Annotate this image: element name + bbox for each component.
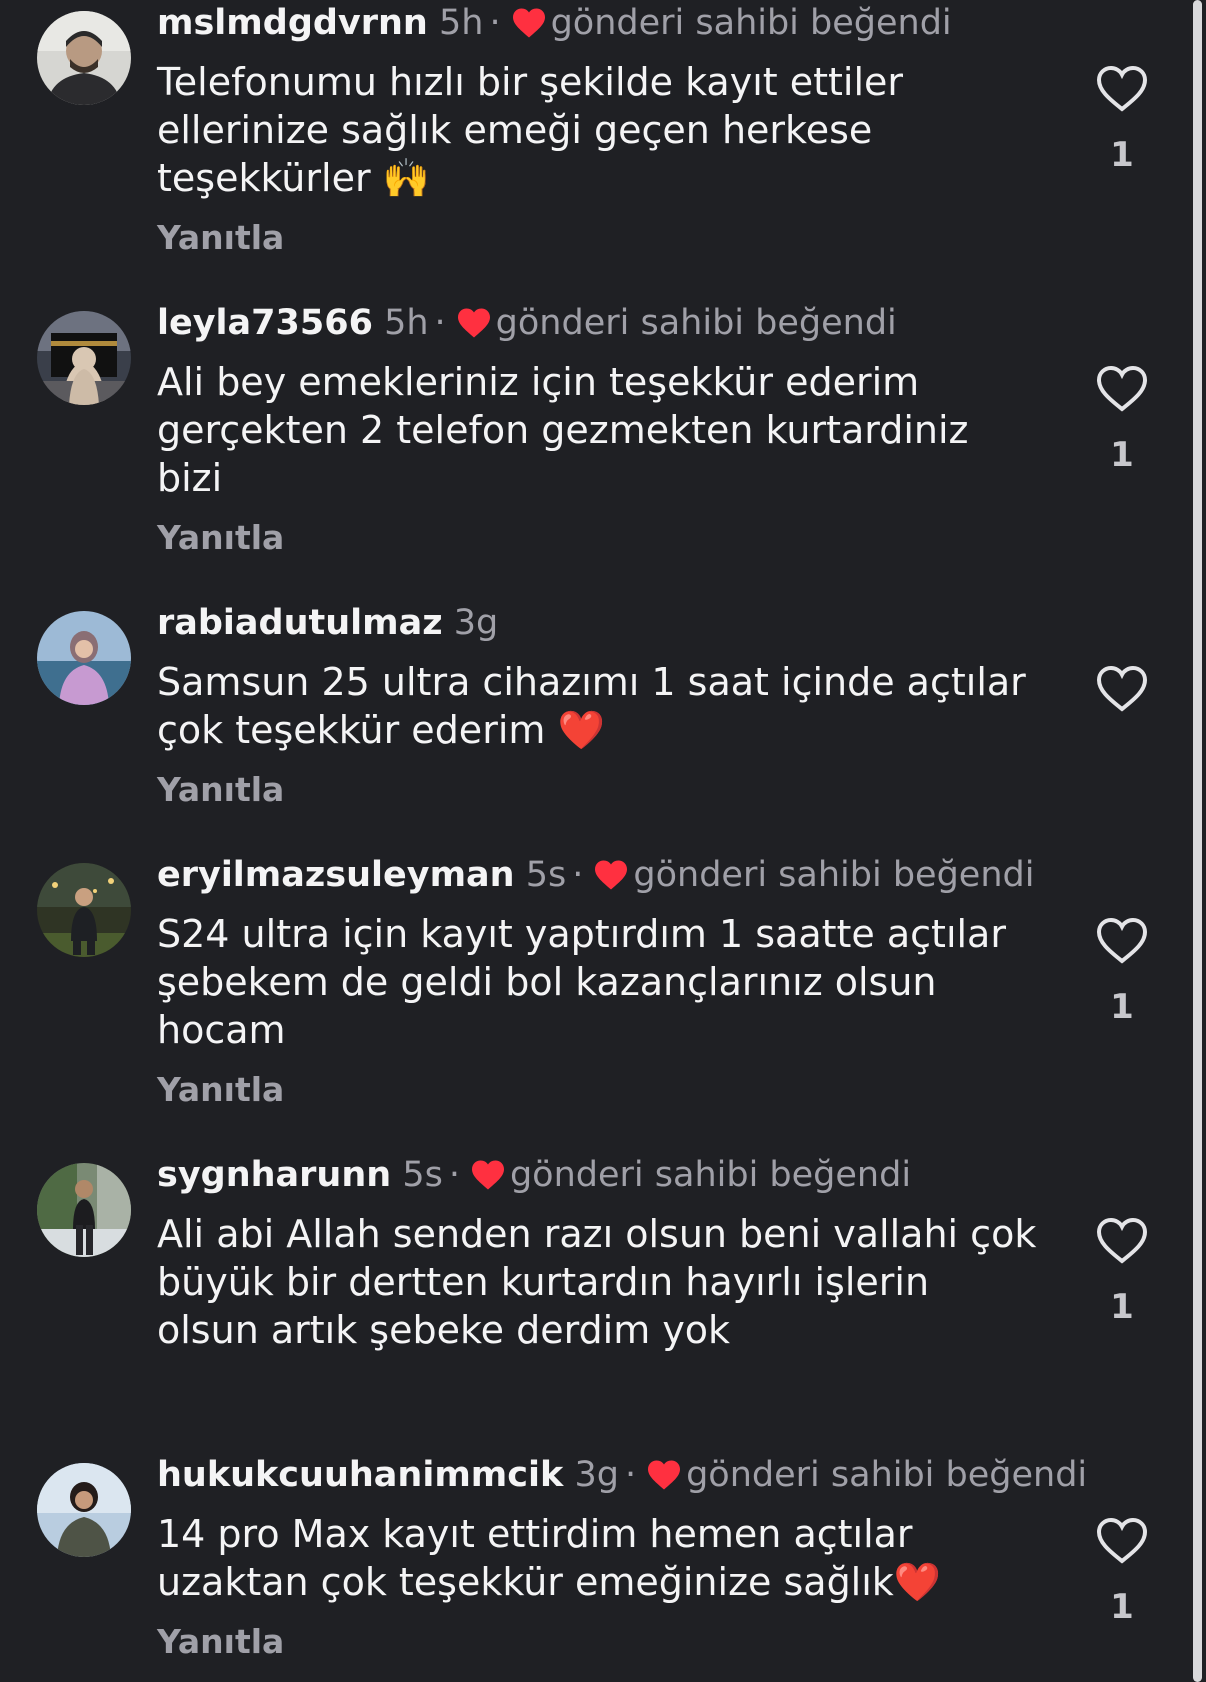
comment-body: rabiadutulmaz 3g Samsun 25 ultra cihazım… — [157, 600, 1037, 812]
comment-meta: eryilmazsuleyman 5s · gönderi sahibi beğen… — [157, 852, 1037, 898]
separator-dot: · — [434, 303, 446, 343]
comment-time: 5h — [438, 3, 484, 43]
comment-text: Ali bey emekleriniz için teşekkür ederim… — [157, 360, 969, 500]
comment-text: Ali abi Allah senden razı olsun beni val… — [157, 1212, 1037, 1352]
like-count: 1 — [1110, 1287, 1134, 1327]
separator-dot: · — [489, 3, 501, 43]
liked-by-author-label: gönderi sahibi beğendi — [633, 855, 1035, 895]
heart-filled-icon — [457, 308, 490, 338]
comment-body: eryilmazsuleyman 5s · gönderi sahibi beğen… — [157, 852, 1037, 1112]
avatar[interactable] — [37, 311, 131, 405]
comment-meta: leyla73566 5h · gönderi sahibi beğendi — [157, 300, 1037, 346]
comment-text: Telefonumu hızlı bir şekilde kayıt ettil… — [157, 60, 904, 200]
avatar[interactable] — [37, 11, 131, 105]
comment-body: sygnharunn 5s · gönderi sahibi beğendi Ali… — [157, 1152, 1037, 1354]
profile-photo-man-sitting-icon — [37, 863, 131, 957]
comments-list: mslmdgdvrnn 5h · gönderi sahibi beğendi Te… — [0, 0, 1206, 1682]
like-count: 1 — [1110, 987, 1134, 1027]
reply-button[interactable]: Yanıtla — [157, 1068, 1037, 1112]
comment-username[interactable]: mslmdgdvrnn — [157, 3, 428, 43]
profile-photo-man-icon — [37, 11, 131, 105]
reply-button[interactable]: Yanıtla — [157, 768, 1037, 812]
heart-filled-icon — [512, 8, 545, 38]
reply-button[interactable]: Yanıtla — [157, 1620, 1037, 1664]
comment-meta: mslmdgdvrnn 5h · gönderi sahibi beğendi — [157, 0, 1037, 46]
separator-dot: · — [448, 1155, 460, 1195]
heart-filled-icon — [648, 1460, 681, 1490]
heart-filled-icon — [471, 1160, 504, 1190]
comment-text: 14 pro Max kayıt ettirdim hemen açtılar … — [157, 1512, 942, 1604]
avatar[interactable] — [37, 1463, 131, 1557]
avatar[interactable] — [37, 863, 131, 957]
comment-time: 5h — [384, 303, 429, 343]
comment-body: mslmdgdvrnn 5h · gönderi sahibi beğendi Te… — [157, 0, 1037, 260]
comment-meta: rabiadutulmaz 3g — [157, 600, 1037, 646]
comment-text: Samsun 25 ultra cihazımı 1 saat içinde a… — [157, 660, 1026, 752]
heart-outline-icon[interactable] — [1096, 1217, 1148, 1265]
separator-dot: · — [572, 855, 584, 895]
like-count: 1 — [1110, 435, 1134, 475]
comment-username[interactable]: leyla73566 — [157, 303, 373, 343]
comment-meta: sygnharunn 5s · gönderi sahibi beğendi — [157, 1152, 1037, 1198]
heart-outline-icon[interactable] — [1096, 1517, 1148, 1565]
avatar[interactable] — [37, 611, 131, 705]
liked-by-author-label: gönderi sahibi beğendi — [550, 3, 952, 43]
comment-username[interactable]: eryilmazsuleyman — [157, 855, 515, 895]
heart-outline-icon[interactable] — [1096, 65, 1148, 113]
liked-by-author-label: gönderi sahibi beğendi — [509, 1155, 912, 1195]
reply-button[interactable]: Yanıtla — [157, 216, 1037, 260]
liked-by-author-label: gönderi sahibi beğendi — [495, 303, 897, 343]
comment-time: 5s — [402, 1155, 443, 1195]
profile-photo-man-standing-icon — [37, 1163, 131, 1257]
separator-dot: · — [624, 1455, 637, 1495]
heart-outline-icon[interactable] — [1096, 365, 1148, 413]
comment-username[interactable]: hukukcuuhanimmcik — [157, 1455, 563, 1495]
comment-time: 3g — [453, 603, 499, 643]
heart-outline-icon[interactable] — [1096, 917, 1148, 965]
like-count: 1 — [1110, 1587, 1134, 1627]
profile-photo-kaaba-icon — [37, 311, 131, 405]
reply-button[interactable]: Yanıtla — [157, 516, 1037, 560]
comment-text: S24 ultra için kayıt yaptırdım 1 saatte … — [157, 912, 1006, 1052]
liked-by-author-label: gönderi sahibi beğendi — [686, 1455, 1088, 1495]
avatar[interactable] — [37, 1163, 131, 1257]
comment-time: 5s — [525, 855, 567, 895]
heart-outline-icon[interactable] — [1096, 665, 1148, 713]
profile-photo-woman-sea-icon — [37, 611, 131, 705]
comment-username[interactable]: rabiadutulmaz — [157, 603, 443, 643]
comment-body: hukukcuuhanimmcik 3g · gönderi sahibi beğe… — [157, 1452, 1087, 1664]
scrollbar[interactable] — [1193, 0, 1202, 1682]
comment-time: 3g — [574, 1455, 619, 1495]
comment-username[interactable]: sygnharunn — [157, 1155, 391, 1195]
heart-filled-icon — [595, 860, 628, 890]
comment-meta: hukukcuuhanimmcik 3g · gönderi sahibi beğe… — [157, 1452, 1087, 1498]
profile-photo-woman-icon — [37, 1463, 131, 1557]
like-count: 1 — [1110, 135, 1134, 175]
comment-body: leyla73566 5h · gönderi sahibi beğendi Ali… — [157, 300, 1037, 560]
